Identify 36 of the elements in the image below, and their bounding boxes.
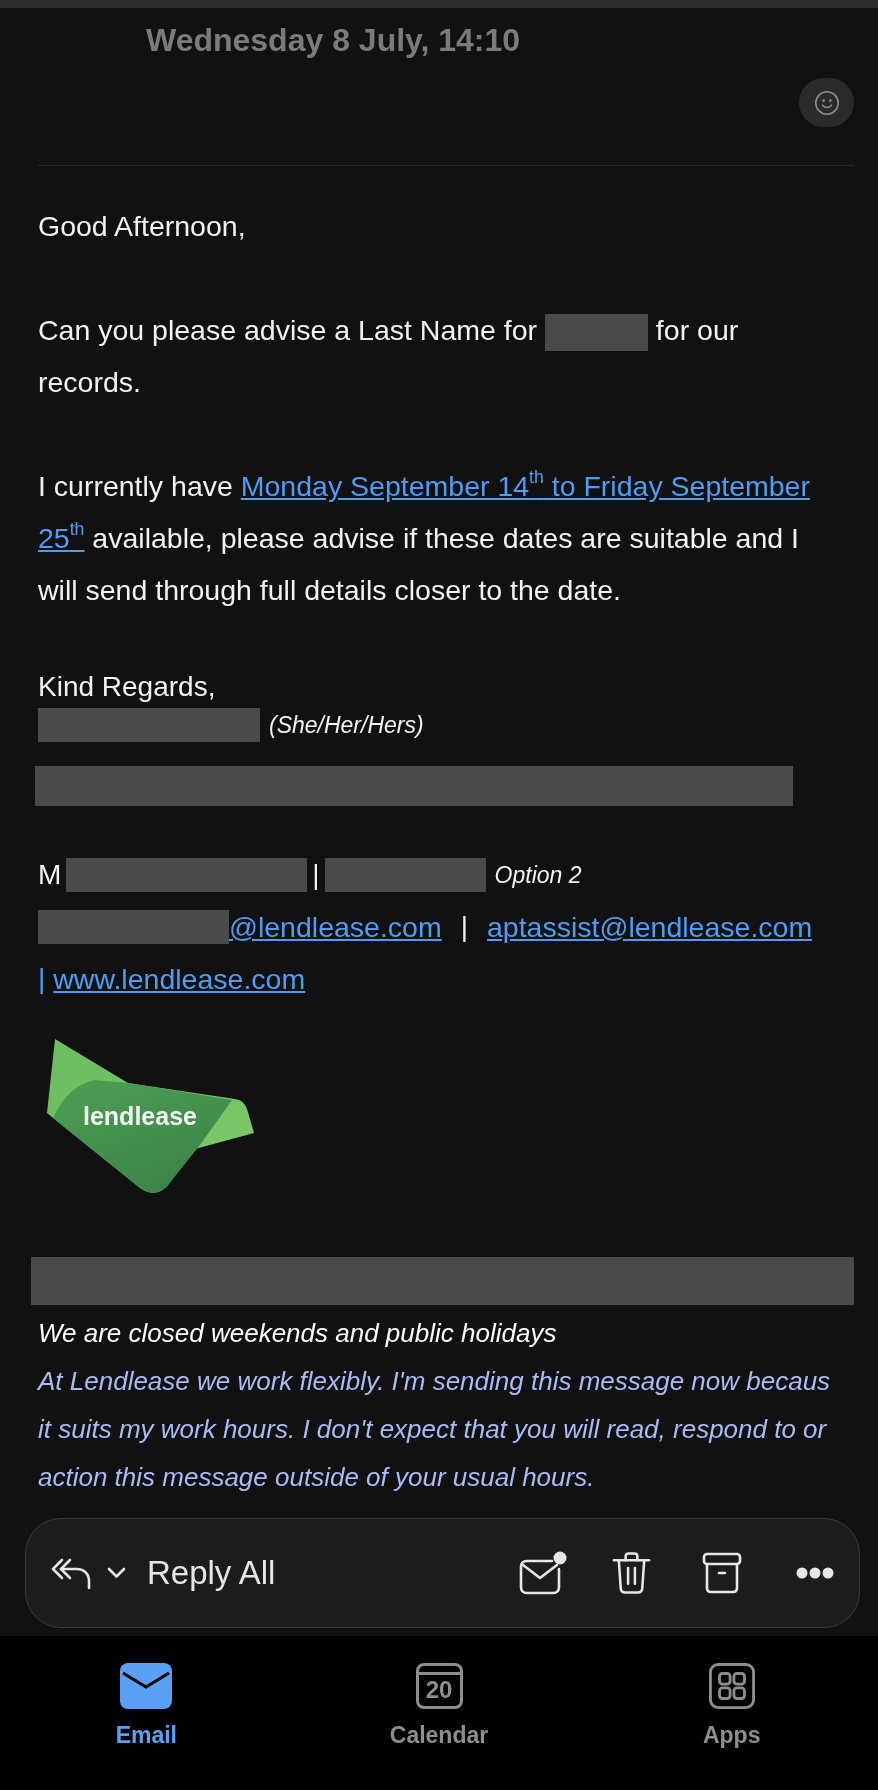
archive-box-icon[interactable] bbox=[702, 1552, 742, 1594]
signature-note: Option 2 bbox=[494, 861, 582, 890]
message-paragraph: Can you please advise a Last Name for for our records. bbox=[38, 312, 740, 400]
notice-heading: We are closed weekends and public holidays bbox=[38, 1317, 557, 1350]
signature-note: (She/Her/Hers) bbox=[269, 711, 424, 740]
more-icon[interactable] bbox=[796, 1567, 834, 1579]
signature-link[interactable]: aptassist@lendlease.com bbox=[487, 910, 813, 944]
message-paragraph: Good Afternoon, bbox=[38, 209, 246, 244]
envelope-dot-icon[interactable] bbox=[519, 1551, 567, 1595]
reply-all-icon bbox=[51, 1556, 91, 1590]
envelope-icon bbox=[120, 1663, 173, 1709]
separator-text: | bbox=[38, 962, 46, 996]
date-link[interactable]: Monday September 14$^{th}$ to Friday September bbox=[240, 470, 810, 502]
nav-tab[interactable]: Apps bbox=[702, 1663, 761, 1749]
nav-tab[interactable]: Email bbox=[115, 1663, 177, 1749]
nav-tab[interactable]: 20 Calendar bbox=[389, 1663, 489, 1749]
calendar-icon: 20 bbox=[415, 1663, 463, 1709]
reply-all-button[interactable]: Reply All bbox=[51, 1553, 276, 1593]
grid-icon bbox=[708, 1663, 755, 1709]
separator-text: | bbox=[460, 910, 468, 944]
signature-text: Kind Regards, bbox=[38, 670, 216, 704]
separator-text: | bbox=[312, 858, 320, 892]
reaction-button[interactable] bbox=[799, 78, 854, 127]
logo-text: lendlease bbox=[83, 1101, 197, 1131]
message-paragraph: I currently have Monday September 14$^{th}$ to Friday September 25$^{th}$ available, please advise if these dates are suitable and I will send through full details closer to the date. bbox=[38, 465, 811, 608]
signature-text: M bbox=[38, 858, 62, 892]
notice-text: At Lendlease we work flexibly. I'm sending this message now becaus bbox=[38, 1365, 831, 1398]
trash-icon[interactable] bbox=[611, 1550, 652, 1596]
notice-text: action this message outside of your usual hours. bbox=[38, 1461, 595, 1494]
notice-text: it suits my work hours. I don't expect that you will read, respond to or bbox=[38, 1413, 827, 1446]
date-link[interactable]: 25$^{th}$ bbox=[38, 522, 85, 554]
signature-link[interactable]: @lendlease.com bbox=[229, 910, 442, 944]
chevron-down-icon bbox=[107, 1567, 126, 1579]
smiley-icon bbox=[813, 89, 840, 116]
signature-link[interactable]: www.lendlease.com bbox=[53, 962, 306, 996]
email-date: Wednesday 8 July, 14:10 bbox=[146, 22, 521, 58]
